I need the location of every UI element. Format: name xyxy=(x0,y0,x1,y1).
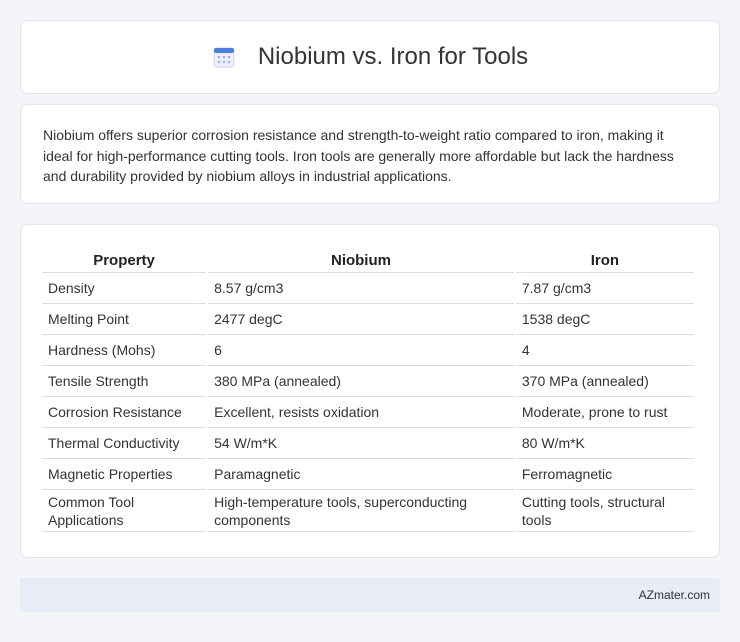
table-row: Tensile Strength 380 MPa (annealed) 370 … xyxy=(42,366,694,397)
cell-niobium: 2477 degC xyxy=(208,304,514,335)
cell-iron: Moderate, prone to rust xyxy=(515,397,694,428)
cell-niobium: Excellent, resists oxidation xyxy=(208,397,514,428)
cell-niobium: 380 MPa (annealed) xyxy=(208,366,514,397)
cell-property: Thermal Conductivity xyxy=(42,428,207,459)
cell-niobium: 54 W/m*K xyxy=(208,428,514,459)
cell-iron: Cutting tools, structural tools xyxy=(515,490,694,532)
cell-property: Hardness (Mohs) xyxy=(42,335,207,366)
cell-iron: 370 MPa (annealed) xyxy=(515,366,694,397)
cell-property: Magnetic Properties xyxy=(42,459,207,490)
page-title: Niobium vs. Iron for Tools xyxy=(257,43,529,70)
cell-property: Tensile Strength xyxy=(42,366,207,397)
intro-text: Niobium offers superior corrosion resist… xyxy=(43,127,674,184)
cell-niobium: High-temperature tools, superconducting … xyxy=(208,490,514,532)
table-row: Hardness (Mohs) 6 4 xyxy=(42,335,694,366)
footer: AZmater.com xyxy=(20,578,720,612)
comparison-table: Property Niobium Iron Density 8.57 g/cm3… xyxy=(40,243,696,532)
intro-card: Niobium offers superior corrosion resist… xyxy=(20,104,720,204)
cell-property: Common Tool Applications xyxy=(42,490,207,532)
cell-property: Corrosion Resistance xyxy=(42,397,207,428)
cell-iron: 80 W/m*K xyxy=(515,428,694,459)
cell-niobium: Paramagnetic xyxy=(208,459,514,490)
cell-niobium: 8.57 g/cm3 xyxy=(208,273,514,304)
cell-property: Density xyxy=(42,273,207,304)
cell-iron: 4 xyxy=(515,335,694,366)
header-property: Property xyxy=(42,243,207,273)
footer-site: AZmater.com xyxy=(638,588,710,602)
table-header-row: Property Niobium Iron xyxy=(42,243,694,273)
title-wrap: Niobium vs. Iron for Tools xyxy=(212,43,528,71)
table-card: Property Niobium Iron Density 8.57 g/cm3… xyxy=(20,224,720,558)
cell-property: Melting Point xyxy=(42,304,207,335)
cell-iron: 1538 degC xyxy=(515,304,694,335)
table-row: Common Tool Applications High-temperatur… xyxy=(42,490,694,532)
calendar-icon xyxy=(212,45,236,69)
header-iron: Iron xyxy=(515,243,694,273)
header-niobium: Niobium xyxy=(208,243,514,273)
table-row: Magnetic Properties Paramagnetic Ferroma… xyxy=(42,459,694,490)
cell-niobium: 6 xyxy=(208,335,514,366)
header-card: Niobium vs. Iron for Tools xyxy=(20,20,720,94)
table-row: Density 8.57 g/cm3 7.87 g/cm3 xyxy=(42,273,694,304)
cell-iron: 7.87 g/cm3 xyxy=(515,273,694,304)
table-row: Corrosion Resistance Excellent, resists … xyxy=(42,397,694,428)
table-row: Thermal Conductivity 54 W/m*K 80 W/m*K xyxy=(42,428,694,459)
cell-iron: Ferromagnetic xyxy=(515,459,694,490)
table-row: Melting Point 2477 degC 1538 degC xyxy=(42,304,694,335)
